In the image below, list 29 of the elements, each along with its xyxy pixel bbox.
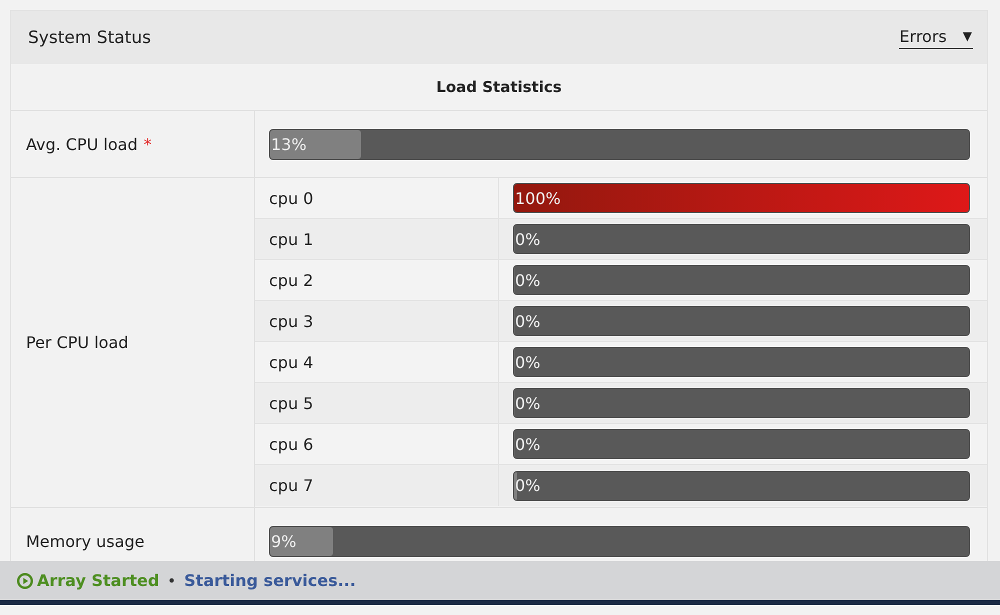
cpu-label: cpu 2 <box>269 270 314 290</box>
row-label: Memory usage <box>26 532 144 550</box>
cpu-label: cpu 6 <box>269 434 314 454</box>
play-circle-icon <box>17 572 33 588</box>
row-label: Avg. CPU load <box>26 134 138 154</box>
panel-title: System Status <box>28 28 151 48</box>
array-status: Array Started <box>37 571 160 590</box>
percent-label: 0% <box>514 394 540 412</box>
cpu-label: cpu 1 <box>269 230 314 248</box>
percent-label: 100% <box>514 188 561 208</box>
separator-dot: • <box>167 572 176 590</box>
percent-label: 0% <box>514 230 540 248</box>
percent-label: 13% <box>270 134 307 154</box>
percent-label: 0% <box>514 352 540 372</box>
percent-label: 9% <box>270 532 296 550</box>
percent-label: 0% <box>514 476 540 495</box>
percent-label: 0% <box>514 434 540 454</box>
cpu-label: cpu 4 <box>269 352 314 372</box>
percent-label: 0% <box>514 312 540 330</box>
cpu-label: cpu 3 <box>269 312 314 330</box>
status-message: Starting services... <box>184 571 356 590</box>
filter-dropdown[interactable]: Errors ▼ <box>899 26 973 48</box>
section-title: Load Statistics <box>436 78 562 96</box>
cpu-label: cpu 7 <box>269 476 314 495</box>
row-label: Per CPU load <box>26 333 128 352</box>
percent-label: 0% <box>514 270 540 290</box>
required-mark: * <box>144 134 152 154</box>
cpu-label: cpu 5 <box>269 394 314 412</box>
cpu-label: cpu 0 <box>269 188 314 208</box>
